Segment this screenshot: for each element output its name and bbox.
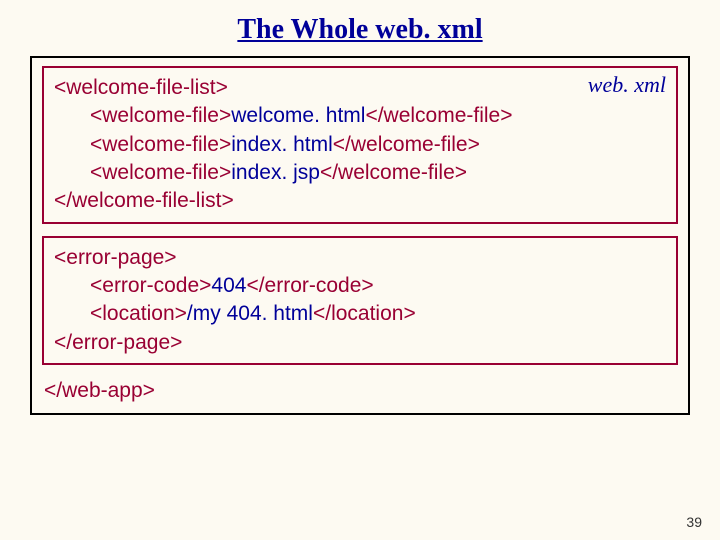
code-line: <error-page> [54,244,666,272]
tag-open: <location> [90,302,187,325]
code-line: </error-page> [54,329,666,357]
code-line: <welcome-file>welcome. html</welcome-fil… [54,102,666,130]
text-value: index. html [231,133,333,156]
tag-open: <welcome-file> [90,161,231,184]
error-page-box: <error-page> <error-code>404</error-code… [42,236,678,365]
tag-close: </welcome-file> [365,104,512,127]
code-line: <error-code>404</error-code> [54,272,666,300]
tag-close: </error-code> [246,274,373,297]
file-label: web. xml [588,72,666,98]
closing-tag: </web-app> [40,377,680,403]
code-line: <welcome-file>index. jsp</welcome-file> [54,159,666,187]
code-line: <location>/my 404. html</location> [54,300,666,328]
page-number: 39 [686,514,702,530]
tag-open: <welcome-file-list> [54,76,228,99]
tag-open: <error-page> [54,246,177,269]
tag-open: <error-code> [90,274,211,297]
tag-open: <welcome-file> [90,133,231,156]
slide: The Whole web. xml web. xml <welcome-fil… [0,0,720,540]
code-line: <welcome-file>index. html</welcome-file> [54,131,666,159]
tag-close: </welcome-file-list> [54,189,234,212]
text-value: /my 404. html [187,302,313,325]
text-value: index. jsp [231,161,320,184]
welcome-file-list-box: web. xml <welcome-file-list> <welcome-fi… [42,66,678,224]
outer-box: web. xml <welcome-file-list> <welcome-fi… [30,56,690,415]
code-line: </welcome-file-list> [54,187,666,215]
slide-title: The Whole web. xml [0,0,720,56]
text-value: welcome. html [231,104,365,127]
tag-close: </welcome-file> [320,161,467,184]
text-value: 404 [211,274,246,297]
tag-close: </error-page> [54,331,182,354]
code-line: <welcome-file-list> [54,74,666,102]
tag-close: </location> [313,302,416,325]
tag-open: <welcome-file> [90,104,231,127]
tag-close: </welcome-file> [333,133,480,156]
